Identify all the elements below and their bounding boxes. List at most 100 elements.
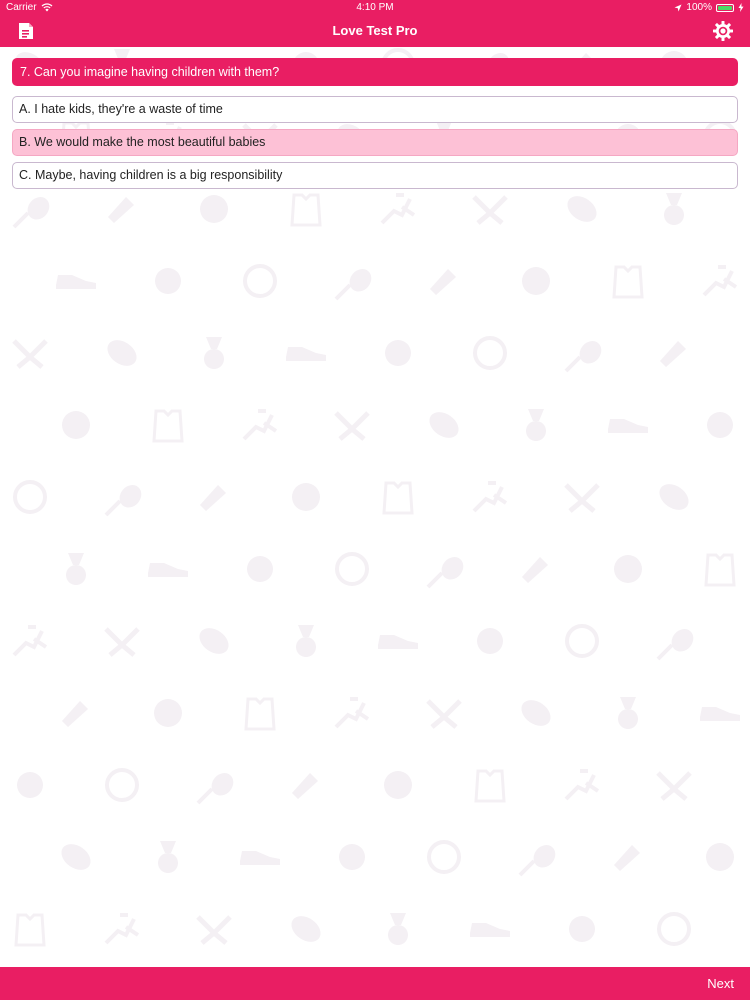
answer-option-a[interactable]: A. I hate kids, they're a waste of time (12, 96, 738, 123)
wrestling-icon (334, 411, 370, 441)
navigation-bar: Love Test Pro (0, 16, 750, 47)
medal-icon (618, 697, 638, 729)
soccer-ball-icon (17, 772, 43, 798)
runner-icon (564, 769, 600, 801)
wrestling-icon (104, 627, 140, 657)
jersey-icon (704, 553, 736, 587)
answer-option-b[interactable]: B. We would make the most beautiful babi… (12, 129, 738, 156)
football-icon (199, 628, 229, 654)
medal-icon (204, 337, 224, 369)
tennis-racket-icon (656, 629, 694, 661)
bottom-bar: Next (0, 967, 750, 1000)
jersey-icon (244, 697, 276, 731)
runner-icon (334, 697, 370, 729)
tennis-racket-icon (196, 773, 234, 805)
soccer-ball-icon (707, 412, 733, 438)
status-bar: Carrier 4:10 PM 100% (0, 0, 750, 16)
ball-icon (154, 699, 182, 727)
jersey-icon (152, 409, 184, 443)
runner-icon (472, 481, 508, 513)
location-arrow-icon (674, 4, 682, 11)
ball-icon (522, 267, 550, 295)
football-icon (429, 412, 459, 438)
jersey-icon (290, 193, 322, 227)
football-icon (521, 700, 551, 726)
volleyball-icon (565, 624, 599, 658)
runner-icon (380, 193, 416, 225)
volleyball-icon (657, 912, 691, 946)
shuttlecock-icon (614, 845, 640, 871)
football-icon (107, 340, 137, 366)
jersey-icon (14, 913, 46, 947)
volleyball-icon (105, 768, 139, 802)
ball-icon (292, 483, 320, 511)
tennis-racket-icon (564, 341, 602, 373)
shuttlecock-icon (522, 557, 548, 583)
volleyball-icon (243, 264, 277, 298)
volleyball-icon (473, 336, 507, 370)
football-icon (659, 484, 689, 510)
tennis-racket-icon (426, 557, 464, 589)
soccer-ball-icon (569, 916, 595, 942)
medal-icon (296, 625, 316, 657)
shoe-icon (240, 851, 280, 865)
medal-icon (664, 193, 684, 225)
ball-icon (706, 843, 734, 871)
quiz-content: 7. Can you imagine having children with … (12, 58, 738, 195)
shuttlecock-icon (660, 341, 686, 367)
football-icon (567, 196, 597, 222)
charging-bolt-icon (738, 3, 744, 12)
battery-level (718, 5, 732, 10)
status-time: 4:10 PM (356, 2, 394, 13)
wrestling-icon (472, 195, 508, 225)
shuttlecock-icon (200, 485, 226, 511)
jersey-icon (474, 769, 506, 803)
soccer-ball-icon (155, 268, 181, 294)
status-right: 100% (674, 2, 744, 13)
runner-icon (702, 265, 738, 297)
settings-button[interactable] (712, 20, 734, 42)
shoe-icon (608, 419, 648, 433)
medal-icon (388, 913, 408, 945)
tennis-racket-icon (518, 845, 556, 877)
page-title: Love Test Pro (332, 23, 418, 38)
battery-icon (716, 3, 734, 12)
gear-icon (713, 21, 733, 41)
medal-icon (158, 841, 178, 873)
next-button[interactable]: Next (707, 976, 734, 991)
wrestling-icon (12, 339, 48, 369)
wrestling-icon (426, 699, 462, 729)
shoe-icon (56, 275, 96, 289)
battery-percent: 100% (686, 2, 712, 13)
medal-icon (526, 409, 546, 441)
wrestling-icon (564, 483, 600, 513)
football-icon (291, 916, 321, 942)
medal-icon (66, 553, 86, 585)
jersey-icon (612, 265, 644, 299)
shuttlecock-icon (62, 701, 88, 727)
wrestling-icon (656, 771, 692, 801)
shoe-icon (470, 923, 510, 937)
runner-icon (12, 625, 48, 657)
soccer-ball-icon (339, 844, 365, 870)
question-banner: 7. Can you imagine having children with … (12, 58, 738, 86)
soccer-ball-icon (385, 340, 411, 366)
football-icon (61, 844, 91, 870)
ball-icon (614, 555, 642, 583)
tennis-racket-icon (334, 269, 372, 301)
volleyball-icon (335, 552, 369, 586)
tennis-racket-icon (104, 485, 142, 517)
answer-option-c[interactable]: C. Maybe, having children is a big respo… (12, 162, 738, 189)
tennis-racket-icon (12, 197, 50, 229)
ball-icon (384, 771, 412, 799)
shoe-icon (148, 563, 188, 577)
shuttlecock-icon (292, 773, 318, 799)
ball-icon (62, 411, 90, 439)
runner-icon (242, 409, 278, 441)
volleyball-icon (13, 480, 47, 514)
soccer-ball-icon (477, 628, 503, 654)
volleyball-icon (427, 840, 461, 874)
shuttlecock-icon (108, 197, 134, 223)
runner-icon (104, 913, 140, 945)
ball-icon (200, 195, 228, 223)
